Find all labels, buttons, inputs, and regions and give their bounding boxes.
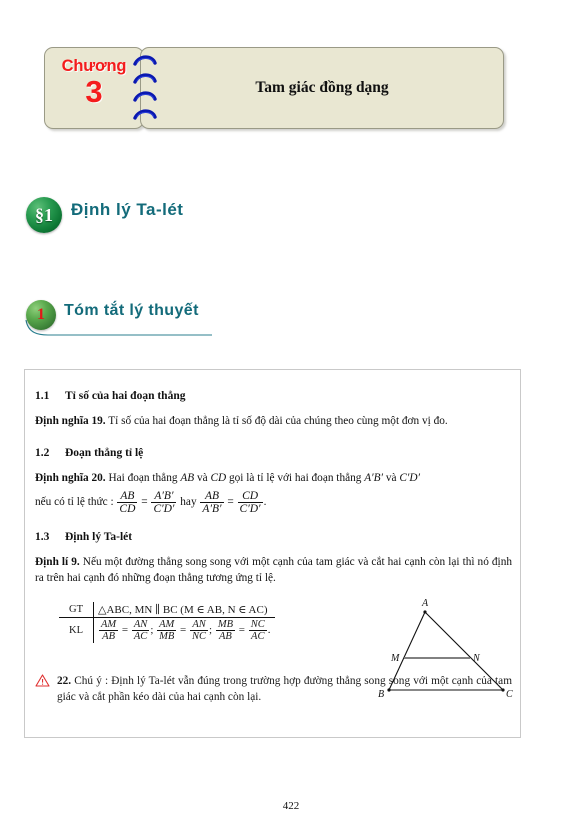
fraction-numerator: CD: [242, 489, 259, 502]
segment-cpdp: C′D′: [399, 472, 420, 485]
equals-sign: =: [180, 624, 187, 637]
point-label-n: N: [472, 653, 481, 664]
side-ac: [424, 611, 504, 691]
table-row-kl: KL AM AB = AN AC ; AM MB = AN NC ; MB AB…: [59, 617, 275, 644]
segment-ab: AB: [180, 472, 195, 485]
fraction-ab-over-apbp: AB A′B′: [200, 489, 224, 515]
separator-1: ;: [150, 624, 154, 637]
fraction-numerator: AM: [159, 618, 175, 630]
subhead-1-1: 1.1 Tỉ số của hai đoạn thẳng: [35, 390, 512, 402]
theorem-9-text: Nếu một đường thẳng song song với một cạ…: [35, 556, 512, 585]
warning-triangle-icon: [35, 674, 50, 687]
fraction-denominator: MB: [157, 629, 177, 642]
fraction-denominator: AB: [215, 629, 236, 642]
gt-kl-table: GT △ABC, MN ∥ BC (M ∈ AB, N ∈ AC) KL AM …: [59, 602, 275, 644]
chapter-header: Chương 3 Tam giác đồng dạng: [44, 47, 504, 129]
subhead-1-3-text: Định lý Ta-lét: [65, 531, 133, 544]
theorem-9: Định lí 9. Nếu một đường thẳng song song…: [35, 554, 512, 586]
conjunction-va-1: và: [196, 472, 208, 485]
subhead-1-1-number: 1.1: [35, 390, 50, 402]
fraction-numerator: AB: [204, 489, 219, 502]
fraction-numerator: NC: [250, 618, 265, 630]
fraction-denominator: CD: [117, 501, 138, 515]
subhead-1-2-text: Đoạn thẳng tỉ lệ: [65, 447, 144, 460]
chapter-number: 3: [85, 74, 103, 109]
definition-19: Định nghĩa 19. Tỉ số của hai đoạn thẳng …: [35, 413, 512, 429]
conjunction-va-2: và: [385, 472, 397, 485]
triangle-figure: A B C M N: [377, 598, 517, 702]
vertex-label-c: C: [506, 689, 513, 700]
vertex-dot-a: [423, 610, 427, 614]
fraction-denominator: AB: [99, 629, 119, 642]
segment-apbp: A′B′: [364, 472, 383, 485]
fraction-denominator: C′D′: [151, 501, 177, 515]
gt-value: △ABC, MN ∥ BC (M ∈ AB, N ∈ AC): [93, 602, 275, 619]
gt-label: GT: [59, 602, 94, 619]
vertex-label-b: B: [378, 689, 384, 700]
fraction-numerator: MB: [217, 618, 234, 630]
subsection-title: Tóm tắt lý thuyết: [64, 302, 199, 319]
section-title: Định lý Ta-lét: [71, 200, 184, 219]
subhead-1-1-text: Tỉ số của hai đoạn thẳng: [65, 390, 186, 402]
fraction-denominator: AC: [131, 629, 150, 642]
fraction-numerator: AB: [120, 489, 135, 502]
fraction-an-over-ac: AN AC: [131, 618, 150, 642]
definition-20-lead-3: nếu có tỉ lệ thức :: [35, 496, 114, 509]
fraction-denominator: NC: [190, 629, 209, 642]
fraction-am-over-ab: AM AB: [99, 618, 119, 642]
spiral-binding-icon: [133, 55, 157, 120]
vertex-dot-c: [501, 688, 505, 692]
definition-20-lead-1: Hai đoạn thẳng: [108, 472, 178, 485]
separator-3: .: [267, 624, 271, 637]
page-number: 422: [282, 800, 300, 812]
subhead-1-2: 1.2 Đoạn thẳng tỉ lệ: [35, 447, 512, 459]
vertex-dot-b: [387, 688, 391, 692]
definition-20-line1: Định nghĩa 20. Hai đoạn thẳng AB và CD g…: [35, 470, 512, 486]
subhead-1-3-number: 1.3: [35, 531, 50, 544]
theory-content-box: 1.1 Tỉ số của hai đoạn thẳng Định nghĩa 1…: [24, 369, 521, 738]
segment-cd: CD: [210, 472, 227, 485]
conjunction-hay: hay: [180, 496, 197, 509]
kl-label: KL: [59, 617, 94, 644]
definition-19-text: Tỉ số của hai đoạn thẳng là tỉ số độ dài…: [108, 415, 448, 427]
equals-sign-1: =: [141, 496, 148, 509]
fraction-an-over-nc: AN NC: [190, 618, 209, 642]
definition-20-equation-line: nếu có tỉ lệ thức : AB CD = A′B′ C′D′ ha…: [35, 490, 512, 515]
subhead-1-3: 1.3 Định lý Ta-lét: [35, 531, 512, 543]
note-lead: Chú ý :: [74, 675, 109, 688]
vertex-label-a: A: [421, 598, 429, 609]
fraction-apbp-over-cpdp: A′B′ C′D′: [151, 489, 177, 515]
note-number: 22.: [57, 675, 72, 688]
fraction-nc-over-ac: NC AC: [248, 618, 267, 642]
subsection-badge-label: 1: [37, 306, 45, 323]
triangle-diagram: A B C M N: [378, 598, 513, 700]
point-label-m: M: [390, 653, 400, 664]
equals-sign: =: [121, 624, 129, 637]
equals-sign-2: =: [227, 496, 234, 509]
fraction-numerator: AM: [101, 618, 117, 630]
theorem-9-label: Định lí 9.: [35, 556, 80, 569]
definition-20-label: Định nghĩa 20.: [35, 472, 106, 485]
chapter-title: Tam giác đồng dạng: [255, 79, 389, 96]
fraction-numerator: A′B′: [154, 489, 174, 502]
fraction-denominator: AC: [248, 629, 267, 642]
kl-value: AM AB = AN AC ; AM MB = AN NC ; MB AB = …: [94, 618, 275, 644]
fraction-ab-over-cd: AB CD: [117, 489, 138, 515]
fraction-denominator: C′D′: [237, 501, 263, 515]
side-ab: [388, 611, 426, 691]
fraction-numerator: AN: [192, 618, 206, 630]
fraction-am-over-mb: AM MB: [157, 618, 177, 642]
section-badge-label: §1: [35, 204, 53, 225]
period-mark: .: [263, 496, 267, 509]
fraction-numerator: AN: [133, 618, 148, 630]
fraction-cd-over-cpdp: CD C′D′: [237, 489, 263, 515]
definition-19-label: Định nghĩa 19.: [35, 415, 106, 427]
definition-20-lead-2: gọi là tỉ lệ với hai đoạn thẳng: [229, 472, 362, 485]
table-row-gt: GT △ABC, MN ∥ BC (M ∈ AB, N ∈ AC): [59, 602, 275, 619]
separator-2: ;: [209, 624, 213, 637]
fraction-mb-over-ab: MB AB: [215, 618, 236, 642]
equals-sign: =: [238, 624, 245, 637]
subhead-1-2-number: 1.2: [35, 447, 50, 460]
fraction-denominator: A′B′: [200, 501, 224, 515]
